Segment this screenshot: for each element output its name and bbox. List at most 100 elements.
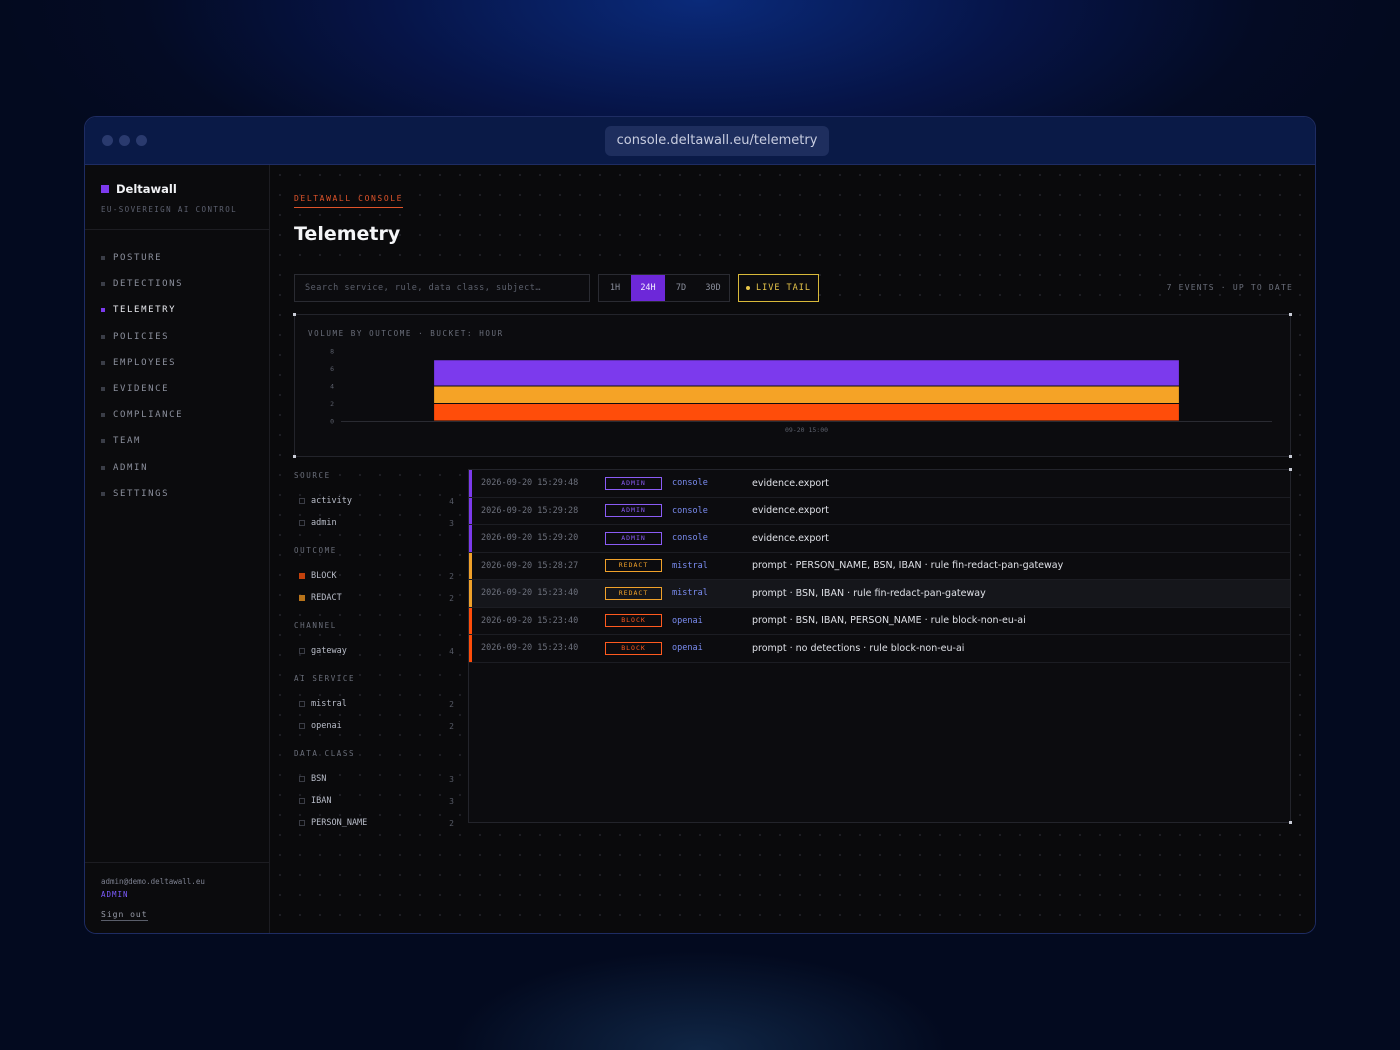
x-tick-label: 09-20 15:00: [785, 426, 828, 434]
outcome-indicator: [469, 635, 472, 662]
nav-bullet-icon: [101, 360, 105, 365]
event-timestamp: 2026-09-20 15:28:27: [481, 560, 579, 571]
sidebar-divider: [85, 862, 270, 863]
filter-option-admin[interactable]: admin 3: [294, 512, 454, 534]
filter-option-block[interactable]: BLOCK 2: [294, 565, 454, 587]
sidebar-item-posture[interactable]: POSTURE: [101, 245, 183, 271]
sidebar-item-label: ADMIN: [113, 462, 149, 473]
browser-window: console.deltawall.eu/telemetry Deltawall…: [84, 116, 1316, 934]
nav-bullet-icon: [101, 334, 105, 339]
table-row[interactable]: 2026-09-20 15:29:48 ADMIN console evidence.…: [469, 470, 1290, 498]
page-eyebrow: DELTAWALL CONSOLE: [294, 194, 404, 208]
window-maximize-dot[interactable]: [136, 135, 147, 146]
event-source[interactable]: mistral: [672, 588, 708, 598]
filter-option-redact[interactable]: REDACT 2: [294, 587, 454, 609]
range-24h-button[interactable]: 24H: [631, 275, 665, 301]
table-row[interactable]: 2026-09-20 15:29:28 ADMIN console evidence.…: [469, 497, 1290, 525]
filter-checkbox[interactable]: [299, 723, 305, 729]
sidebar-item-compliance[interactable]: COMPLIANCE: [101, 402, 183, 428]
events-status: 7 EVENTS · UP TO DATE: [1166, 283, 1293, 292]
bar-block[interactable]: [434, 404, 1179, 421]
filter-option-label: PERSON_NAME: [311, 818, 368, 828]
outcome-badge: BLOCK: [605, 614, 662, 628]
sign-out-link[interactable]: Sign out: [101, 910, 148, 921]
sidebar: Deltawall EU-SOVEREIGN AI CONTROL POSTUR…: [85, 165, 270, 933]
filter-option-iban[interactable]: IBAN 3: [294, 790, 454, 812]
table-row[interactable]: 2026-09-20 15:29:20 ADMIN console evidence.…: [469, 525, 1290, 553]
outcome-indicator: [469, 552, 472, 579]
event-timestamp: 2026-09-20 15:23:40: [481, 588, 579, 599]
y-tick-label: 6: [330, 365, 334, 373]
filter-option-activity[interactable]: activity 4: [294, 490, 454, 512]
address-bar[interactable]: console.deltawall.eu/telemetry: [605, 126, 829, 156]
brand[interactable]: Deltawall: [101, 182, 177, 196]
nav-bullet-icon: [101, 308, 105, 313]
filter-checkbox[interactable]: [299, 776, 305, 782]
filter-option-count: 2: [449, 818, 454, 828]
table-row[interactable]: 2026-09-20 15:28:27 REDACT mistral prompt ·…: [469, 552, 1290, 580]
filter-group-title: SOURCE: [294, 471, 331, 480]
window-close-dot[interactable]: [102, 135, 113, 146]
event-source[interactable]: openai: [672, 616, 703, 626]
event-source[interactable]: console: [672, 533, 708, 543]
filter-option-mistral[interactable]: mistral 2: [294, 693, 454, 715]
event-source[interactable]: openai: [672, 643, 703, 653]
filter-option-openai[interactable]: openai 2: [294, 715, 454, 737]
filter-group-title: CHANNEL: [294, 621, 337, 630]
filter-option-label: BLOCK: [311, 571, 337, 581]
event-source[interactable]: mistral: [672, 561, 708, 571]
y-tick-label: 0: [330, 418, 334, 426]
filter-checkbox[interactable]: [299, 595, 305, 601]
filter-checkbox[interactable]: [299, 798, 305, 804]
outcome-indicator: [469, 607, 472, 634]
sidebar-item-telemetry[interactable]: TELEMETRY: [101, 297, 183, 323]
filter-option-gateway[interactable]: gateway 4: [294, 640, 454, 662]
table-row[interactable]: 2026-09-20 15:23:40 REDACT mistral prompt ·…: [469, 580, 1290, 608]
filter-checkbox[interactable]: [299, 820, 305, 826]
sidebar-item-evidence[interactable]: EVIDENCE: [101, 376, 183, 402]
sidebar-item-detections[interactable]: DETECTIONS: [101, 271, 183, 297]
filters-panel: SOURCE activity 4 admin 3 OUTCOME BLOCK 2 REDACT…: [294, 469, 454, 834]
filter-option-bsn[interactable]: BSN 3: [294, 768, 454, 790]
event-source[interactable]: console: [672, 478, 708, 488]
filter-checkbox[interactable]: [299, 701, 305, 707]
filter-checkbox[interactable]: [299, 520, 305, 526]
sidebar-item-label: EMPLOYEES: [113, 357, 177, 368]
range-1h-button[interactable]: 1H: [599, 275, 631, 301]
filter-option-count: 2: [449, 699, 454, 709]
live-tail-label: LIVE TAIL: [755, 283, 812, 293]
sidebar-item-label: TELEMETRY: [113, 305, 177, 316]
bar-admin[interactable]: [434, 360, 1179, 386]
outcome-badge: BLOCK: [605, 641, 662, 655]
sidebar-item-employees[interactable]: EMPLOYEES: [101, 350, 183, 376]
filter-spacer: [294, 737, 454, 747]
outcome-badge: ADMIN: [605, 504, 662, 518]
event-detail: prompt · PERSON_NAME, BSN, IBAN · rule f…: [752, 560, 1064, 572]
table-row[interactable]: 2026-09-20 15:23:40 BLOCK openai prompt · n…: [469, 635, 1290, 663]
background-glow: [450, 950, 950, 1050]
sidebar-item-settings[interactable]: SETTINGS: [101, 481, 183, 507]
search-input[interactable]: [294, 274, 590, 302]
sidebar-item-label: POSTURE: [113, 253, 163, 264]
filter-checkbox[interactable]: [299, 498, 305, 504]
range-30d-button[interactable]: 30D: [697, 275, 729, 301]
bar-redact[interactable]: [434, 386, 1179, 404]
user-email: admin@demo.deltawall.eu: [101, 877, 205, 886]
filter-checkbox[interactable]: [299, 573, 305, 579]
table-row[interactable]: 2026-09-20 15:23:40 BLOCK openai prompt · B…: [469, 607, 1290, 635]
filter-checkbox[interactable]: [299, 648, 305, 654]
y-tick-label: 8: [330, 348, 334, 356]
sidebar-item-admin[interactable]: ADMIN: [101, 455, 183, 481]
sidebar-item-team[interactable]: TEAM: [101, 428, 183, 454]
time-range-selector: 1H 24H 7D 30D: [598, 274, 730, 302]
filter-option-person_name[interactable]: PERSON_NAME 2: [294, 812, 454, 834]
filter-option-label: IBAN: [311, 796, 332, 806]
y-tick-label: 2: [330, 400, 334, 408]
range-7d-button[interactable]: 7D: [665, 275, 697, 301]
sidebar-item-policies[interactable]: POLICIES: [101, 324, 183, 350]
live-tail-button[interactable]: LIVE TAIL: [738, 274, 819, 302]
event-source[interactable]: console: [672, 506, 708, 516]
outcome-indicator: [469, 580, 472, 607]
main-content: DELTAWALL CONSOLE Telemetry 1H24H7D30D L…: [270, 165, 1315, 933]
window-minimize-dot[interactable]: [119, 135, 130, 146]
